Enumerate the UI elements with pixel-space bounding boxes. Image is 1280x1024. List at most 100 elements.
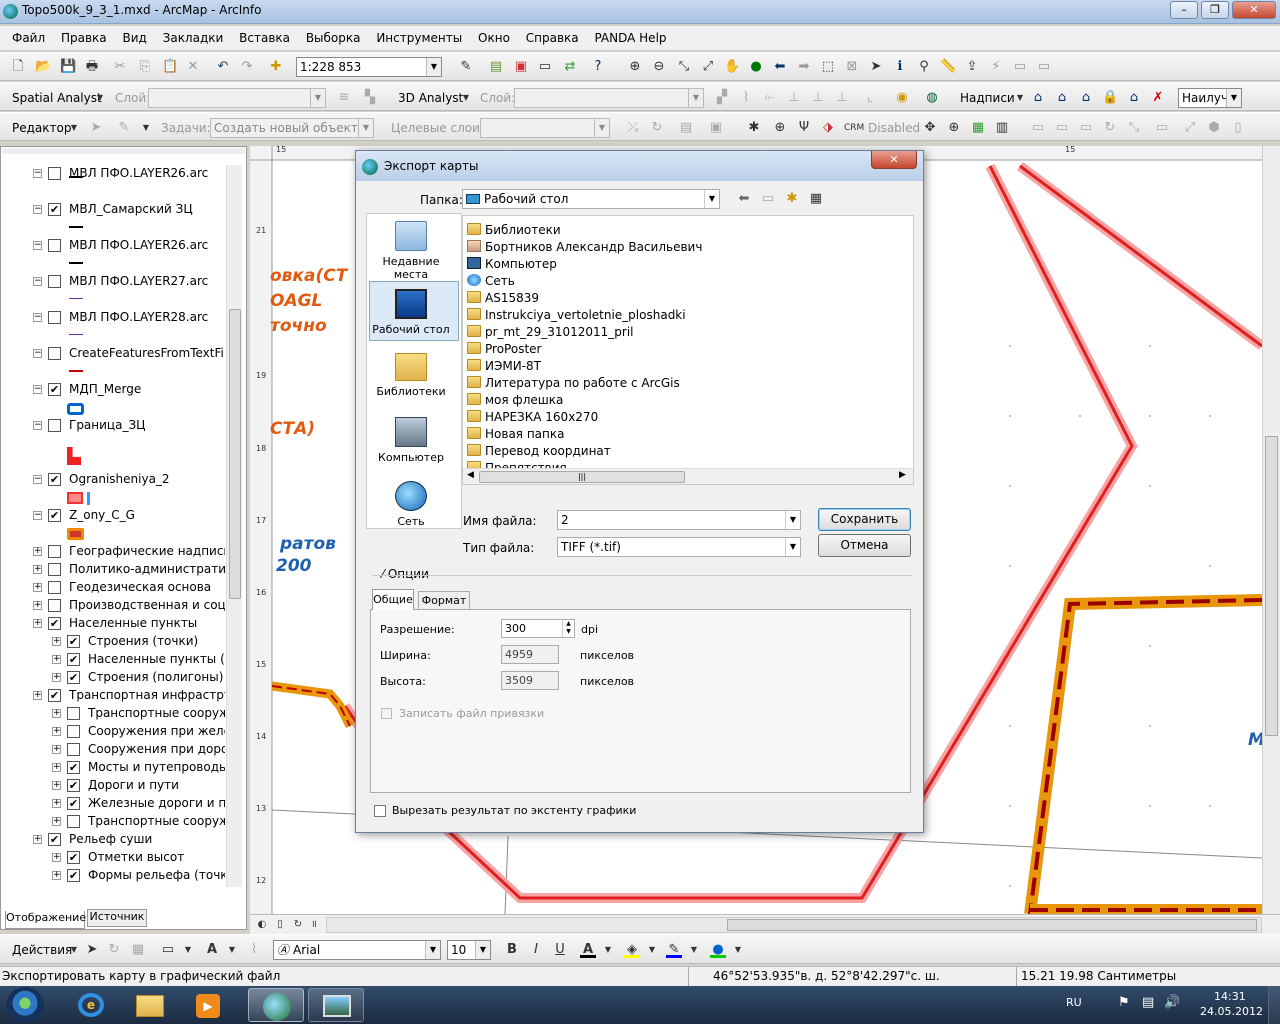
bold-icon[interactable]: B (504, 942, 520, 958)
flag-icon[interactable]: ⚑ (1118, 995, 1130, 1010)
file-item[interactable]: НАРЕЗКА 160х270 (467, 409, 598, 426)
toc-layer-row[interactable]: − Граница_ЗЦ (1, 417, 225, 435)
layer-visibility-checkbox[interactable] (48, 545, 61, 558)
lock-labels-icon[interactable]: 🔒 (1102, 90, 1118, 106)
pan-icon[interactable]: ✋ (724, 59, 740, 75)
layer-visibility-checkbox[interactable] (48, 311, 61, 324)
underline-icon[interactable]: U (552, 942, 568, 958)
chevron-down-icon[interactable]: ▼ (704, 190, 719, 208)
expand-toggle-icon[interactable]: + (52, 709, 61, 718)
map-scale-combo[interactable]: 1:228 853 ▼ (296, 57, 442, 77)
layer-visibility-checkbox[interactable]: ✔ (48, 383, 61, 396)
rotate-icon[interactable]: ↻ (649, 120, 665, 136)
zoom-whole-page-icon[interactable]: ▦ (130, 942, 146, 958)
toc-layer-row[interactable]: + ✔ Транспортная инфраструктура (1, 687, 225, 705)
back-extent-icon[interactable]: ⬅ (772, 59, 788, 75)
expand-toggle-icon[interactable]: + (52, 853, 61, 862)
menu-help[interactable]: Справка (526, 31, 579, 45)
layer-visibility-checkbox[interactable]: ✔ (67, 779, 80, 792)
taskbar-media[interactable]: ▶ (180, 988, 236, 1022)
histogram-icon[interactable]: ≋ (336, 90, 352, 106)
new-folder-icon[interactable]: ✱ (784, 191, 800, 207)
layer-visibility-checkbox[interactable] (48, 419, 61, 432)
identify-icon[interactable]: ℹ (892, 59, 908, 75)
expand-toggle-icon[interactable]: + (52, 655, 61, 664)
topology-3-icon[interactable]: ▭ (1078, 120, 1094, 136)
expand-toggle-icon[interactable]: + (33, 835, 42, 844)
chevron-down-icon[interactable]: ▼ (600, 942, 616, 958)
clip-checkbox[interactable] (374, 805, 386, 817)
menu-tools[interactable]: Инструменты (376, 31, 462, 45)
redo-icon[interactable]: ↷ (239, 59, 255, 75)
pause-icon[interactable]: ॥ (306, 917, 322, 933)
tab-general[interactable]: Общие (372, 589, 414, 610)
expand-toggle-icon[interactable]: + (33, 583, 42, 592)
steepest-path-icon[interactable]: ⌇ (738, 90, 754, 106)
chevron-right-icon[interactable]: ▶ (899, 470, 906, 480)
horizontal-scrollbar[interactable] (326, 917, 1262, 933)
layer-visibility-checkbox[interactable] (48, 167, 61, 180)
filename-input[interactable]: 2 ▼ (557, 510, 801, 530)
forward-extent-icon[interactable]: ➡ (796, 59, 812, 75)
print-icon[interactable]: 🖶 (84, 59, 100, 75)
snapping-icon[interactable]: ✥ (922, 120, 938, 136)
layer-visibility-checkbox[interactable] (48, 581, 61, 594)
file-list-scrollbar[interactable]: ◀ ||| ▶ (463, 468, 913, 484)
sketch-tool-icon[interactable]: ✎ (116, 120, 132, 136)
georef-point-icon[interactable]: ✱ (746, 120, 762, 136)
expand-toggle-icon[interactable]: + (52, 745, 61, 754)
topology-8-icon[interactable]: ⬢ (1206, 120, 1222, 136)
topology-6-icon[interactable]: ▭ (1154, 120, 1170, 136)
topology-2-icon[interactable]: ▭ (1054, 120, 1070, 136)
label-quality-combo[interactable]: Наилуч ▼ (1178, 88, 1242, 108)
expand-toggle-icon[interactable]: + (52, 871, 61, 880)
tab-format[interactable]: Формат (418, 591, 470, 610)
taskbar-viewer[interactable] (308, 988, 364, 1022)
georef-vertex-icon[interactable]: Ψ (796, 120, 812, 136)
taskbar-explorer[interactable] (122, 988, 178, 1022)
layer-visibility-checkbox[interactable]: ✔ (67, 653, 80, 666)
close-window-button[interactable]: ✕ (1232, 1, 1276, 19)
chevron-down-icon[interactable]: ▼ (1012, 90, 1028, 106)
vertical-scrollbar[interactable] (1262, 146, 1280, 914)
expand-toggle-icon[interactable]: + (52, 673, 61, 682)
command-line-icon[interactable]: ▭ (537, 59, 553, 75)
profile-graph-icon[interactable]: ⌞ (862, 90, 878, 106)
select-elements-icon[interactable]: ➤ (868, 59, 884, 75)
chevron-down-icon[interactable]: ▼ (785, 511, 800, 529)
toc-layer-row[interactable]: + Сооружения при дорогах (1, 741, 225, 759)
restore-button[interactable]: ❐ (1201, 1, 1229, 19)
sketch-properties-icon[interactable]: ▣ (708, 120, 724, 136)
measure-icon[interactable]: 📏 (940, 59, 956, 75)
topology-4-icon[interactable]: ↻ (1102, 120, 1118, 136)
toc-layer-row[interactable]: − CreateFeaturesFromTextFile19 (1, 345, 225, 363)
interpolate-line-icon[interactable]: ⊥ (810, 90, 826, 106)
toc-scrollbar[interactable] (226, 165, 242, 887)
zoom-out-icon[interactable]: ⊖ (651, 59, 667, 75)
gps-log-icon[interactable]: ▥ (994, 120, 1010, 136)
toc-layer-row[interactable]: − ✔ МВЛ_Самарский ЗЦ (1, 201, 225, 219)
paste-icon[interactable]: 📋 (162, 59, 178, 75)
toc-layer-row[interactable]: + Политико-административные (1, 561, 225, 579)
rectangle-icon[interactable]: ▭ (160, 942, 176, 958)
file-item[interactable]: AS15839 (467, 290, 539, 307)
place-network[interactable]: Сеть (368, 481, 454, 528)
start-button[interactable] (6, 987, 44, 1023)
layer-visibility-checkbox[interactable]: ✔ (67, 635, 80, 648)
target-icon[interactable]: ⊕ (946, 120, 962, 136)
toc-layer-row[interactable]: + ✔ Железные дороги и пути (1, 795, 225, 813)
chevron-down-icon[interactable]: ▼ (730, 942, 746, 958)
place-computer[interactable]: Компьютер (368, 417, 454, 464)
world-file-checkbox[interactable] (381, 708, 392, 719)
expand-toggle-icon[interactable]: − (33, 511, 42, 520)
toc-layer-row[interactable]: − МВЛ ПФО.LAYER28.arc (1, 309, 225, 327)
expand-toggle-icon[interactable]: + (52, 817, 61, 826)
3d-layer-combo[interactable]: ▼ (514, 88, 704, 108)
expand-toggle-icon[interactable]: − (33, 349, 42, 358)
view-menu-icon[interactable]: ▦ (808, 191, 824, 207)
menu-file[interactable]: Файл (12, 31, 45, 45)
expand-toggle-icon[interactable]: + (52, 637, 61, 646)
file-item[interactable]: ProPoster (467, 341, 541, 358)
file-item[interactable]: Бортников Александр Васильевич (467, 239, 702, 256)
italic-icon[interactable]: I (528, 942, 544, 958)
